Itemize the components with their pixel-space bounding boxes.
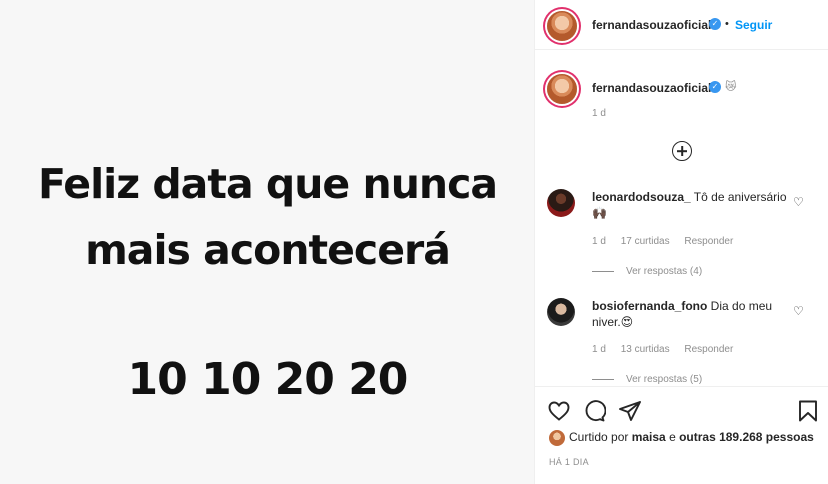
liked-by-prefix: Curtido por (569, 430, 632, 445)
post-actions: Curtido por maisa e outras 189.268 pesso… (535, 386, 828, 484)
comment-text: bosiofernanda_fono Dia do meu niver.😍 (592, 298, 792, 330)
caption-author-avatar[interactable] (547, 74, 577, 104)
commenter-avatar[interactable] (547, 298, 575, 326)
comment-item: bosiofernanda_fono Dia do meu niver.😍 ♡ … (547, 298, 819, 388)
comment-text: leonardodsouza_ Tô de aniversário 🙌🏿 (592, 189, 792, 221)
share-icon[interactable] (618, 399, 642, 423)
comment-username[interactable]: bosiofernanda_fono (592, 299, 707, 313)
comment-time: 1 d (592, 236, 606, 247)
caption-time: 1 d (592, 108, 606, 119)
comment-item: leonardodsouza_ Tô de aniversário 🙌🏿 ♡ 1… (547, 189, 819, 279)
commenter-avatar[interactable] (547, 189, 575, 217)
view-replies-button[interactable]: Ver respostas (4) (592, 266, 702, 277)
liked-by-mid: e (665, 430, 680, 445)
heart-icon[interactable] (547, 399, 571, 423)
view-replies-button[interactable]: Ver respostas (5) (592, 374, 702, 385)
liked-by-user[interactable]: maisa (632, 430, 666, 444)
caption-emoji: 😿 (725, 81, 737, 93)
comment-username[interactable]: leonardodsouza_ (592, 190, 691, 204)
liker-avatar (549, 430, 565, 446)
reply-button[interactable]: Responder (684, 236, 733, 247)
comment-meta: 1 d 17 curtidas Responder (592, 236, 745, 247)
header-separator: • (725, 18, 729, 30)
comment-meta: 1 d 13 curtidas Responder (592, 344, 745, 355)
caption-username[interactable]: fernandasouzaoficial (592, 81, 711, 95)
post-side-panel: fernandasouzaoficial ✓ • Seguir fernanda… (535, 0, 828, 484)
comment-likes[interactable]: 13 curtidas (621, 344, 670, 355)
view-replies-label: Ver respostas (5) (626, 374, 703, 385)
verified-icon: ✓ (709, 81, 721, 93)
post-text-line1: Feliz data que nunca (37, 160, 498, 208)
view-replies-label: Ver respostas (4) (626, 266, 703, 277)
bookmark-icon[interactable] (796, 399, 820, 423)
post-date-text: 10 10 20 20 (127, 354, 409, 405)
post-header: fernandasouzaoficial ✓ • Seguir (535, 0, 828, 50)
replies-divider (592, 270, 614, 272)
verified-icon: ✓ (709, 18, 721, 30)
add-comment-icon[interactable] (672, 141, 692, 161)
post-text-line2: mais acontecerá (85, 226, 451, 274)
follow-button[interactable]: Seguir (735, 18, 772, 32)
author-username[interactable]: fernandasouzaoficial (592, 18, 711, 32)
comment-like-icon[interactable]: ♡ (793, 304, 804, 318)
liked-by-summary: Curtido por maisa e outras 189.268 pesso… (549, 430, 814, 446)
liked-by-others[interactable]: outras 189.268 pessoas (679, 430, 814, 444)
author-avatar[interactable] (547, 11, 577, 41)
comment-like-icon[interactable]: ♡ (793, 195, 804, 209)
comment-time: 1 d (592, 344, 606, 355)
comment-likes[interactable]: 17 curtidas (621, 236, 670, 247)
replies-divider (592, 378, 614, 380)
post-image: Feliz data que nunca mais acontecerá 10 … (0, 0, 535, 484)
post-time-ago[interactable]: HÁ 1 DIA (549, 457, 589, 467)
reply-button[interactable]: Responder (684, 344, 733, 355)
comment-icon[interactable] (582, 399, 606, 423)
